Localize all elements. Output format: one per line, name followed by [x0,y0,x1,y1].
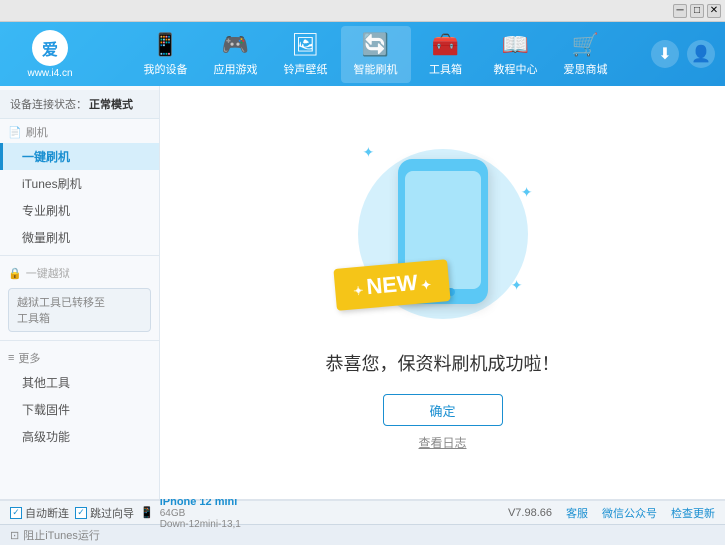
flash-label: 刷机 [26,124,48,140]
phone-illustration: ✦ NEW ✦ ✦ ✦ ✦ [343,134,543,334]
content-area: ✦ NEW ✦ ✦ ✦ ✦ 恭喜您，保资料刷机成功啦！ 确定 查看日志 [160,86,725,499]
divider2 [0,340,159,341]
skip-wizard-checkbox[interactable]: ✓ 跳过向导 [75,505,134,521]
customer-service-link[interactable]: 客服 [566,505,588,521]
nav-items: 📱我的设备🎮应用游戏🖼铃声壁纸🔄智能刷机🧰工具箱📖教程中心🛒爱思商城 [100,26,651,83]
device-storage: 64GB [160,508,241,519]
new-label: NEW [365,270,418,299]
sparkle-3: ✦ [511,277,523,294]
skip-wizard-label: 跳过向导 [90,505,134,521]
download-button[interactable]: ⬇ [651,40,679,68]
sidebar-section-flash: 📄 刷机 [0,119,159,143]
jailbreak-warning: 越狱工具已转移至工具箱 [8,288,151,332]
status-bar: 设备连接状态：正常模式 [0,90,159,119]
user-button[interactable]: 👤 [687,40,715,68]
success-container: ✦ NEW ✦ ✦ ✦ ✦ 恭喜您，保资料刷机成功啦！ 确定 查看日志 [326,134,560,451]
bottom-right: V7.98.66 客服 微信公众号 检查更新 [508,505,715,521]
auto-close-label: 自动断连 [25,505,69,521]
smart-flash-icon: 🔄 [362,32,389,58]
log-link[interactable]: 查看日志 [418,434,466,451]
logo-icon: 爱 [32,30,68,66]
nav-item-tutorial[interactable]: 📖教程中心 [481,26,551,83]
logo: 爱 www.i4.cn [10,30,90,79]
main-area: 设备连接状态：正常模式 📄 刷机 一键刷机 iTunes刷机 专业刷机 微量刷机… [0,86,725,499]
device-info: 📱 iPhone 12 mini 64GB Down-12mini-13,1 [140,496,241,530]
bottom-left: ✓ 自动断连 ✓ 跳过向导 📱 iPhone 12 mini 64GB Down… [10,496,241,530]
itunes-label: 阻止iTunes运行 [23,527,100,543]
maximize-button[interactable]: □ [690,4,704,18]
nav-item-apps[interactable]: 🎮应用游戏 [201,26,271,83]
bottom-area: ✓ 自动断连 ✓ 跳过向导 📱 iPhone 12 mini 64GB Down… [0,499,725,545]
sidebar-item-one-click-flash[interactable]: 一键刷机 [0,143,159,170]
auto-close-checkbox[interactable]: ✓ 自动断连 [10,505,69,521]
nav-item-toolbox[interactable]: 🧰工具箱 [411,26,481,83]
sparkle-2: ✦ [521,184,533,201]
close-button[interactable]: ✕ [707,4,721,18]
sparkle-1: ✦ [363,144,375,161]
confirm-button[interactable]: 确定 [383,394,503,426]
top-navbar: 爱 www.i4.cn 📱我的设备🎮应用游戏🖼铃声壁纸🔄智能刷机🧰工具箱📖教程中… [0,22,725,86]
itunes-icon: ⊡ [10,529,19,542]
status-value: 正常模式 [89,99,133,111]
wechat-link[interactable]: 微信公众号 [602,505,657,521]
wallpaper-icon: 🖼 [292,32,320,58]
star-right: ✦ [417,278,432,293]
version-text: V7.98.66 [508,507,552,519]
more-label: 更多 [18,350,40,366]
lock-icon: 🔒 [8,267,22,280]
star-left: ✦ [352,283,367,298]
flash-icon: 📄 [8,126,22,139]
more-icon: ≡ [8,352,14,364]
sidebar-item-other-tools[interactable]: 其他工具 [0,369,159,396]
check-update-link[interactable]: 检查更新 [671,505,715,521]
sidebar-item-micro-flash[interactable]: 微量刷机 [0,224,159,251]
jailbreak-label: 一键越狱 [26,265,70,281]
minimize-button[interactable]: ─ [673,4,687,18]
device-model: Down-12mini-13,1 [160,519,241,530]
my-device-icon: 📱 [152,32,179,58]
store-icon: 🛒 [572,32,599,58]
bottombar: ✓ 自动断连 ✓ 跳过向导 📱 iPhone 12 mini 64GB Down… [0,500,725,524]
nav-item-smart-flash[interactable]: 🔄智能刷机 [341,26,411,83]
sidebar-section-jailbreak: 🔒 一键越狱 [0,260,159,284]
nav-item-store[interactable]: 🛒爱思商城 [551,26,621,83]
nav-item-wallpaper[interactable]: 🖼铃声壁纸 [271,26,341,83]
device-icon: 📱 [140,506,154,519]
titlebar: ─ □ ✕ [0,0,725,22]
divider1 [0,255,159,256]
sidebar-item-download-firmware[interactable]: 下载固件 [0,396,159,423]
sidebar-item-advanced[interactable]: 高级功能 [0,423,159,450]
success-text: 恭喜您，保资料刷机成功啦！ [326,350,560,376]
tutorial-icon: 📖 [502,32,529,58]
nav-right: ⬇ 👤 [651,40,715,68]
skip-wizard-check-icon: ✓ [75,507,87,519]
auto-close-check-icon: ✓ [10,507,22,519]
apps-icon: 🎮 [222,32,249,58]
sidebar-item-itunes-flash[interactable]: iTunes刷机 [0,170,159,197]
status-label: 设备连接状态： [10,99,87,111]
logo-text: www.i4.cn [27,68,72,79]
sidebar: 设备连接状态：正常模式 📄 刷机 一键刷机 iTunes刷机 专业刷机 微量刷机… [0,86,160,499]
sidebar-section-more: ≡ 更多 [0,345,159,369]
nav-item-my-device[interactable]: 📱我的设备 [131,26,201,83]
sidebar-item-pro-flash[interactable]: 专业刷机 [0,197,159,224]
toolbox-icon: 🧰 [432,32,459,58]
